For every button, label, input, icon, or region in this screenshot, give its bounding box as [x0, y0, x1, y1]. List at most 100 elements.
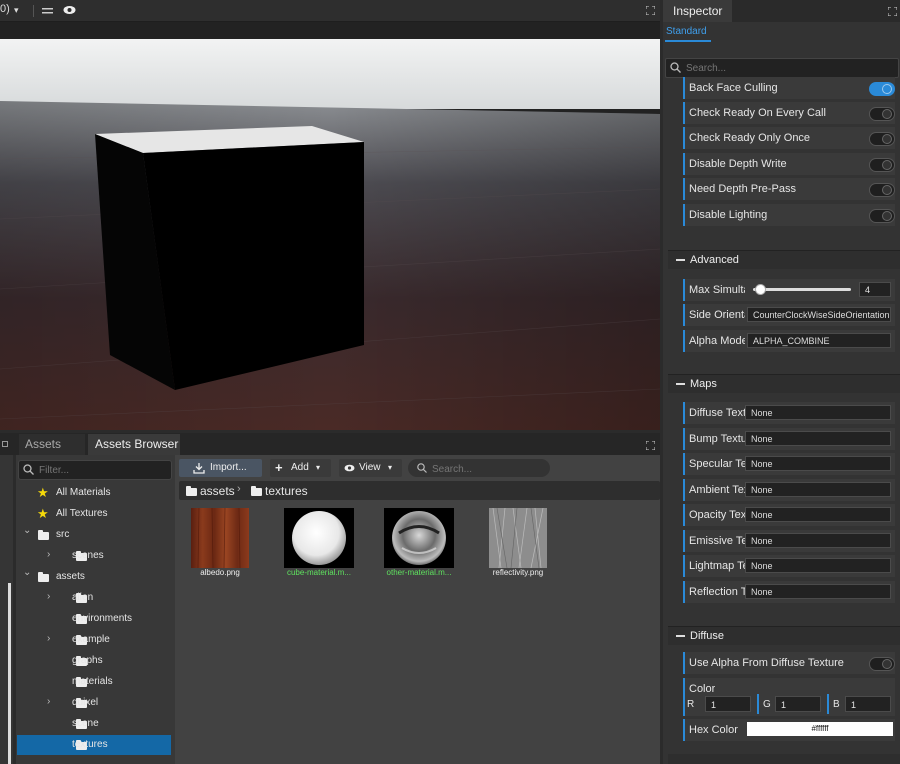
view-button[interactable]: View ▾ [339, 459, 402, 477]
inspector-search-input[interactable] [684, 60, 888, 76]
section-advanced-header[interactable]: Advanced [668, 250, 900, 269]
slider-handle[interactable] [755, 284, 767, 295]
chevron-down-icon[interactable]: ⌄ [23, 567, 31, 578]
map-texture-select[interactable]: None [745, 584, 891, 599]
camera-selector-label[interactable]: 0) [0, 3, 10, 15]
tree-filter[interactable] [18, 460, 172, 480]
maximize-icon[interactable] [645, 440, 656, 451]
tree-item-graphs[interactable]: graphs [17, 651, 171, 671]
r-input[interactable]: 1 [705, 696, 751, 712]
alpha-mode-select[interactable]: ALPHA_COMBINE [747, 333, 891, 348]
use-alpha-toggle[interactable] [869, 657, 895, 671]
file-item[interactable]: albedo.png [185, 507, 255, 578]
tree-item-label: All Textures [56, 508, 108, 519]
inspector-title-tab[interactable]: Inspector [663, 0, 733, 22]
maximize-icon[interactable] [887, 6, 898, 17]
file-item[interactable]: other-material.m... [384, 508, 454, 578]
eye-icon [344, 464, 355, 472]
tree-filter-input[interactable] [37, 462, 171, 478]
tree-item-scenes[interactable]: › scenes [17, 546, 171, 566]
map-label: Specular Tex [689, 458, 745, 470]
download-icon [193, 463, 205, 474]
map-texture-select[interactable]: None [745, 507, 891, 522]
files-search-input[interactable] [430, 461, 544, 477]
toggle-row: Back Face Culling [683, 77, 895, 99]
tree-item-materials[interactable]: materials [17, 672, 171, 692]
tree-item-all-materials[interactable]: ★ All Materials [17, 483, 171, 503]
alpha-mode-row: Alpha Mode ALPHA_COMBINE [683, 330, 895, 352]
map-row: Lightmap Te None [683, 555, 895, 577]
eye-icon[interactable] [63, 5, 76, 15]
breadcrumb-textures[interactable]: textures [265, 484, 308, 498]
g-input[interactable]: 1 [775, 696, 821, 712]
tree-item-textures[interactable]: textures [17, 735, 171, 755]
toggle-switch[interactable] [869, 209, 895, 223]
map-texture-select[interactable]: None [745, 558, 891, 573]
scene-viewport[interactable]: 0) ▾ [0, 0, 660, 430]
section-diffuse-header[interactable]: Diffuse [668, 626, 900, 645]
tree-item-environments[interactable]: environments [17, 609, 171, 629]
add-button[interactable]: + Add ▾ [270, 459, 331, 477]
tree-item-src[interactable]: ⌄ src [17, 525, 171, 545]
hex-color-input[interactable]: #ffffff [747, 722, 893, 736]
side-orientation-label: Side Orientat [689, 309, 745, 321]
maximize-icon[interactable] [645, 5, 656, 16]
import-button[interactable]: Import... [179, 459, 262, 477]
map-texture-select[interactable]: None [745, 431, 891, 446]
restore-icon[interactable] [2, 441, 8, 447]
breadcrumb-assets[interactable]: assets [200, 484, 235, 498]
toggle-row: Need Depth Pre-Pass [683, 178, 895, 200]
map-row: Diffuse TextuNone [683, 402, 895, 424]
file-item[interactable]: cube-material.m... [284, 508, 354, 578]
map-texture-select[interactable]: None [745, 405, 891, 420]
tree-item-example[interactable]: › example [17, 630, 171, 650]
tree-item-scene[interactable]: scene [17, 714, 171, 734]
toggle-switch[interactable] [869, 158, 895, 172]
chrome-sphere-thumbnail [384, 508, 454, 568]
tree-item-label: environments [72, 613, 133, 624]
toggle-row: Check Ready On Every Call [683, 102, 895, 124]
map-texture-select[interactable]: None [745, 533, 891, 548]
toggle-row: Check Ready Only Once [683, 127, 895, 149]
collapse-icon [676, 383, 685, 385]
chevron-right-icon[interactable]: › [47, 633, 50, 644]
search-icon [23, 464, 34, 475]
tree-item-alien[interactable]: › alien [17, 588, 171, 608]
toggle-label: Check Ready Only Once [689, 132, 811, 144]
chevron-right-icon[interactable]: › [47, 696, 50, 707]
left-scrollbar[interactable] [8, 583, 11, 764]
tab-assets-browser[interactable]: Assets Browser [88, 434, 180, 455]
tree-item-quixel[interactable]: › quixel [17, 693, 171, 713]
b-input[interactable]: 1 [845, 696, 891, 712]
side-orientation-select[interactable]: CounterClockWiseSideOrientation [747, 307, 891, 322]
file-item[interactable]: reflectivity.png [483, 507, 553, 578]
toggle-switch[interactable] [869, 132, 895, 146]
inspector-panel: Inspector Standard Back Face Culling Chec… [663, 0, 900, 764]
tree-item-label: All Materials [56, 487, 111, 498]
folder-icon [186, 486, 197, 496]
map-label: Emissive Tex [689, 535, 745, 547]
map-row: Emissive TexNone [683, 530, 895, 552]
next-section-header [668, 754, 900, 764]
inspector-search[interactable] [665, 58, 899, 78]
max-simultaneous-slider[interactable] [753, 284, 851, 295]
map-texture-select[interactable]: None [745, 456, 891, 471]
toggle-switch[interactable] [869, 82, 895, 96]
chevron-right-icon[interactable]: › [47, 591, 50, 602]
tab-standard[interactable]: Standard [666, 26, 707, 37]
chevron-down-icon[interactable]: ⌄ [23, 525, 31, 536]
files-search[interactable] [408, 459, 550, 477]
tree-item-assets[interactable]: ⌄ assets [17, 567, 171, 587]
max-simultaneous-input[interactable]: 4 [859, 282, 891, 297]
scene-render[interactable] [0, 39, 660, 430]
tree-item-all-textures[interactable]: ★ All Textures [17, 504, 171, 524]
tab-assets[interactable]: Assets [19, 434, 85, 455]
toggle-switch[interactable] [869, 107, 895, 121]
map-texture-select[interactable]: None [745, 482, 891, 497]
section-maps-header[interactable]: Maps [668, 374, 900, 393]
toggle-switch[interactable] [869, 183, 895, 197]
menu-lines-icon[interactable] [42, 6, 53, 15]
chevron-down-icon[interactable]: ▾ [14, 5, 19, 16]
noise-texture-thumbnail [489, 507, 547, 569]
chevron-right-icon[interactable]: › [47, 549, 50, 560]
